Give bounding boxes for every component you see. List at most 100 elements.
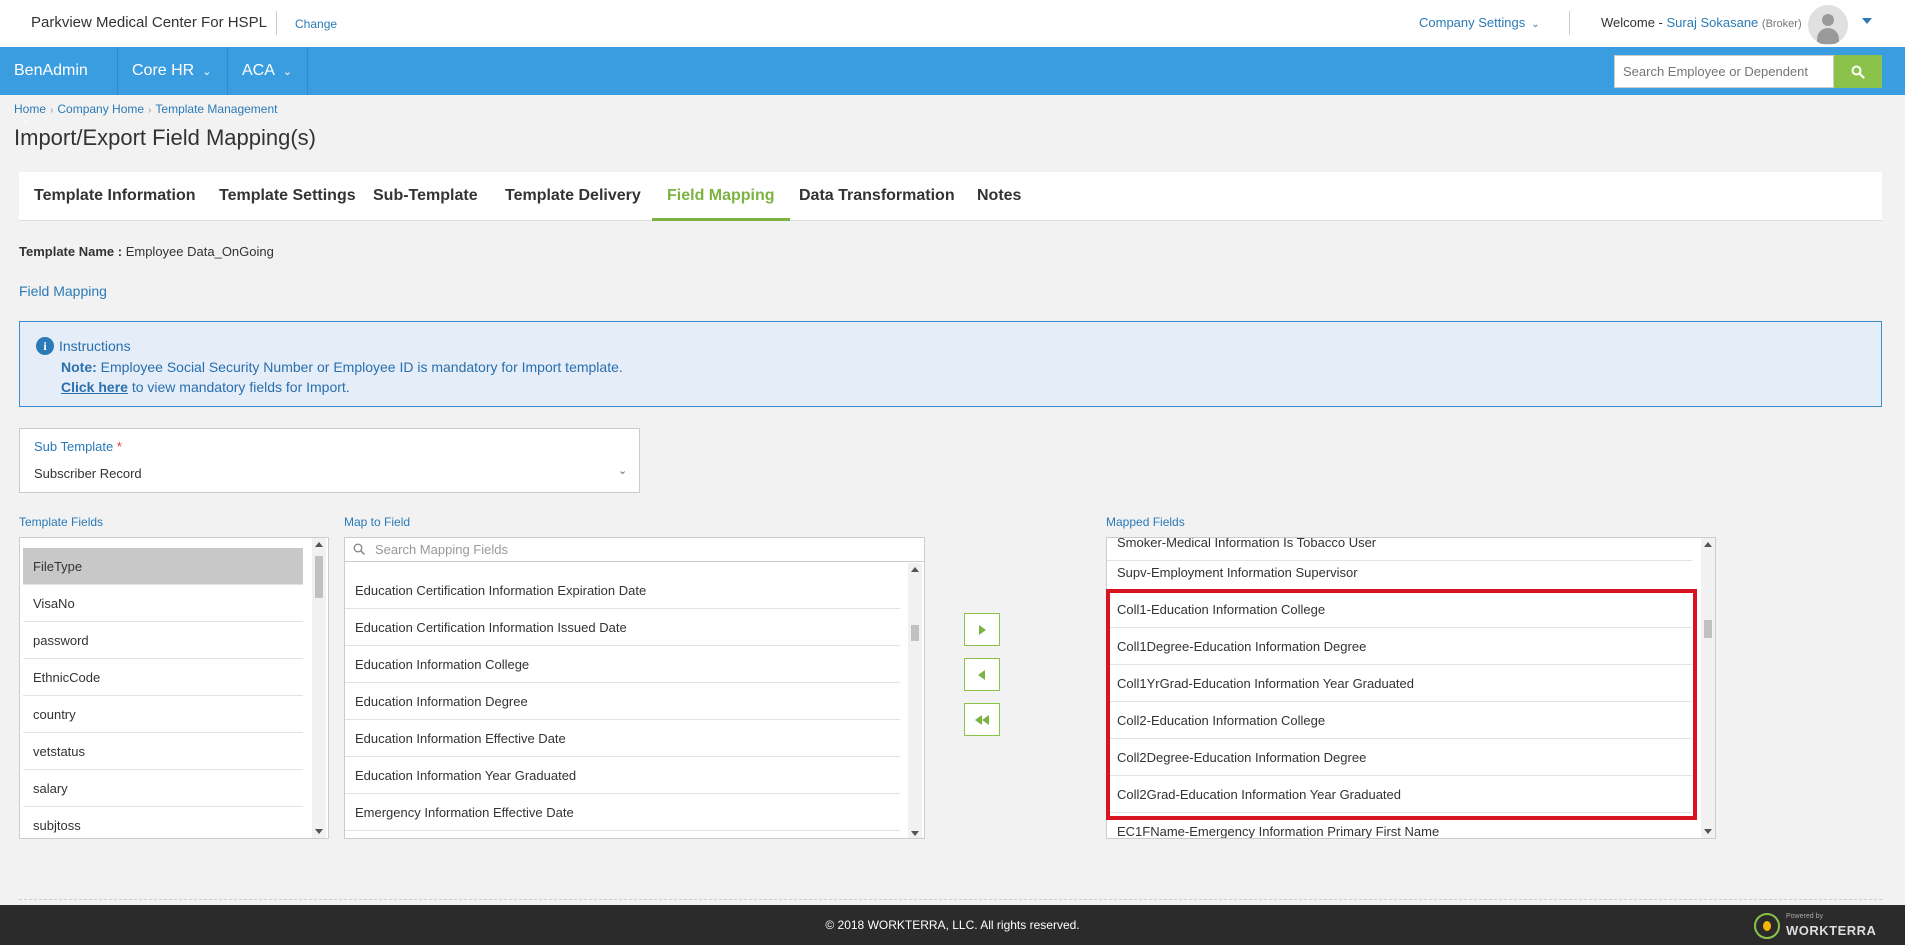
click-text: to view mandatory fields for Import. <box>131 379 350 395</box>
scrollbar[interactable] <box>312 538 326 838</box>
chevron-down-icon: ⌄ <box>282 66 293 78</box>
list-item[interactable]: password <box>23 622 303 659</box>
sub-template-select[interactable]: Sub Template * Subscriber Record ⌄ <box>19 428 640 493</box>
tab-template-information[interactable]: Template Information <box>19 172 211 221</box>
note-label: Note: <box>61 359 97 375</box>
scroll-down-icon[interactable] <box>911 831 919 836</box>
page-title: Import/Export Field Mapping(s) <box>14 125 316 150</box>
tab-data-transformation[interactable]: Data Transformation <box>784 172 970 221</box>
required-mark: * <box>116 439 122 454</box>
workterra-logo: Powered by WORKTERRA <box>1754 911 1876 941</box>
avatar-body <box>1817 28 1839 44</box>
section-heading: Field Mapping <box>19 283 107 299</box>
copyright-text: © 2018 WORKTERRA, LLC. All rights reserv… <box>825 918 1080 932</box>
list-item[interactable]: Education Certification Information Issu… <box>345 609 900 646</box>
list-item[interactable]: Education Information College <box>345 646 900 683</box>
list-item[interactable]: Education Certification Information Expi… <box>345 572 900 609</box>
template-fields-label: Template Fields <box>19 515 104 529</box>
avatar-head <box>1822 14 1834 26</box>
search-icon <box>1851 65 1865 79</box>
user-name-link[interactable]: Suraj Sokasane <box>1667 15 1759 30</box>
divider <box>276 11 277 35</box>
scroll-down-icon[interactable] <box>315 829 323 834</box>
user-menu-caret-icon[interactable] <box>1862 18 1872 24</box>
template-name: Template Name : Employee Data_OnGoing <box>19 244 274 259</box>
template-name-label: Template Name : <box>19 244 123 259</box>
list-item[interactable]: subjtoss <box>23 807 303 838</box>
divider <box>1569 11 1570 35</box>
nav-item-label: BenAdmin <box>14 62 88 79</box>
list-item[interactable]: vetstatus <box>23 733 303 770</box>
mapping-search-field[interactable]: Search Mapping Fields <box>345 538 924 562</box>
scroll-thumb[interactable] <box>315 556 323 598</box>
instructions-click: Click here to view mandatory fields for … <box>61 379 350 395</box>
list-item[interactable]: EthnicCode <box>23 659 303 696</box>
breadcrumb: Home › Company Home › Template Management <box>14 102 277 116</box>
scroll-down-icon[interactable] <box>1704 829 1712 834</box>
tab-notes[interactable]: Notes <box>962 172 1036 221</box>
note-text: Employee Social Security Number or Emplo… <box>100 359 623 375</box>
breadcrumb-company-home[interactable]: Company Home <box>57 102 144 116</box>
nav-item-aca[interactable]: ACA ⌄ <box>228 47 308 95</box>
list-item[interactable]: Education Information Degree <box>345 683 900 720</box>
scrollbar[interactable] <box>1701 538 1715 838</box>
template-fields-list[interactable]: FileType VisaNo password EthnicCode coun… <box>19 537 329 839</box>
move-right-button[interactable] <box>964 613 1000 646</box>
breadcrumb-separator-icon: › <box>148 105 152 116</box>
mapping-search-placeholder: Search Mapping Fields <box>375 542 508 557</box>
company-settings-label: Company Settings <box>1419 15 1526 30</box>
instructions-panel: i Instructions Note: Employee Social Sec… <box>19 321 1882 407</box>
search-button[interactable] <box>1834 55 1882 88</box>
scroll-up-icon[interactable] <box>315 542 323 547</box>
breadcrumb-home[interactable]: Home <box>14 102 46 116</box>
instructions-note: Note: Employee Social Security Number or… <box>61 359 623 375</box>
welcome-message: Welcome - Suraj Sokasane (Broker) <box>1601 15 1802 30</box>
move-left-button[interactable] <box>964 658 1000 691</box>
template-name-value: Employee Data_OnGoing <box>125 244 274 259</box>
avatar[interactable] <box>1808 5 1848 45</box>
organization-name: Parkview Medical Center For HSPL <box>31 14 267 31</box>
breadcrumb-separator-icon: › <box>50 105 54 116</box>
highlight-box <box>1106 589 1697 820</box>
brand-name: WORKTERRA <box>1786 923 1877 938</box>
employee-search-input[interactable] <box>1614 55 1834 88</box>
powered-by-text: Powered by <box>1786 913 1823 920</box>
list-item[interactable]: VisaNo <box>23 585 303 622</box>
user-role: (Broker) <box>1761 18 1802 30</box>
search-icon <box>353 543 366 556</box>
list-item[interactable]: Education Information Year Graduated <box>345 757 900 794</box>
caret-right-icon <box>979 624 986 635</box>
breadcrumb-template-management[interactable]: Template Management <box>155 102 277 116</box>
tab-field-mapping[interactable]: Field Mapping <box>652 172 790 221</box>
instructions-title: Instructions <box>59 338 131 354</box>
tab-template-settings[interactable]: Template Settings <box>204 172 371 221</box>
scroll-thumb[interactable] <box>1704 620 1712 638</box>
mandatory-fields-link[interactable]: Click here <box>61 379 128 395</box>
tab-bar: Template Information Template Settings S… <box>19 172 1882 221</box>
scroll-thumb[interactable] <box>911 625 919 641</box>
nav-item-benadmin[interactable]: BenAdmin⌄ <box>0 47 118 126</box>
main-nav: BenAdmin⌄ Core HR ⌄ ACA ⌄ <box>0 47 1905 126</box>
list-item[interactable]: FileType <box>23 548 303 585</box>
chevron-down-icon: ⌄ <box>1531 19 1540 30</box>
list-item[interactable]: Emergency Information Effective Date <box>345 794 900 831</box>
tab-template-delivery[interactable]: Template Delivery <box>490 172 656 221</box>
list-item[interactable]: salary <box>23 770 303 807</box>
move-all-left-button[interactable] <box>964 703 1000 736</box>
map-to-field-label: Map to Field <box>344 515 411 529</box>
company-settings-menu[interactable]: Company Settings ⌄ <box>1419 15 1540 30</box>
scroll-up-icon[interactable] <box>1704 542 1712 547</box>
tab-sub-template[interactable]: Sub-Template <box>358 172 493 221</box>
nav-item-core-hr[interactable]: Core HR ⌄ <box>118 47 228 95</box>
scrollbar[interactable] <box>908 563 922 838</box>
list-item[interactable]: country <box>23 696 303 733</box>
map-to-field-list[interactable]: Search Mapping Fields Education Certific… <box>344 537 925 839</box>
double-caret-left-icon <box>975 714 989 725</box>
change-company-link[interactable]: Change <box>295 17 337 31</box>
footer: © 2018 WORKTERRA, LLC. All rights reserv… <box>0 905 1905 945</box>
info-icon: i <box>36 337 54 355</box>
scroll-up-icon[interactable] <box>911 567 919 572</box>
list-item[interactable]: Education Information Effective Date <box>345 720 900 757</box>
caret-left-icon <box>978 669 985 680</box>
list-item[interactable]: Supv-Employment Information Supervisor <box>1107 554 1692 591</box>
